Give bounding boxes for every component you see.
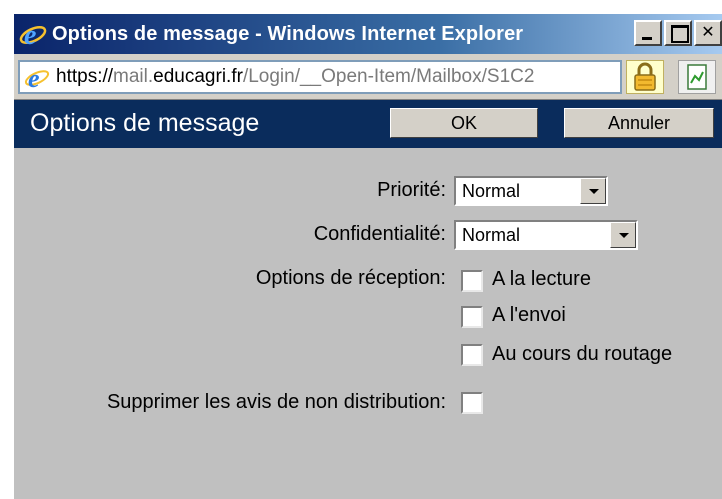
title-bar: e Options de message - Windows Internet … bbox=[14, 14, 722, 54]
send-receipt-checkbox[interactable] bbox=[461, 306, 483, 328]
address-field[interactable]: e https://mail.educagri.fr/Login/__Open-… bbox=[18, 60, 622, 94]
read-receipt-label: A la lecture bbox=[492, 268, 591, 290]
lock-icon[interactable] bbox=[626, 60, 664, 94]
receipt-options-label: Options de réception: bbox=[255, 267, 446, 289]
close-icon[interactable]: ✕ bbox=[694, 20, 722, 46]
ie-popup-window: e Options de message - Windows Internet … bbox=[14, 14, 722, 499]
read-receipt-checkbox[interactable] bbox=[461, 270, 483, 292]
page-title: Options de message bbox=[30, 109, 260, 137]
priority-label: Priorité: bbox=[377, 179, 446, 201]
maximize-icon[interactable] bbox=[664, 20, 692, 46]
url-scheme: https:// bbox=[56, 66, 114, 87]
chevron-down-icon[interactable] bbox=[610, 222, 636, 248]
confidentiality-value: Normal bbox=[462, 225, 521, 245]
ok-button[interactable]: OK bbox=[390, 108, 538, 138]
priority-select[interactable]: Normal bbox=[454, 176, 608, 206]
routing-receipt-label: Au cours du routage bbox=[492, 343, 673, 365]
routing-receipt-checkbox[interactable] bbox=[461, 344, 483, 366]
internet-explorer-icon: e bbox=[18, 19, 48, 51]
cancel-button[interactable]: Annuler bbox=[564, 108, 714, 138]
url-domain: educagri.fr bbox=[153, 66, 243, 87]
url-path: /Login/__Open-Item/Mailbox/S1C2 bbox=[242, 66, 535, 87]
chevron-down-icon[interactable] bbox=[580, 178, 606, 204]
internet-explorer-icon: e bbox=[22, 63, 52, 92]
confidentiality-select[interactable]: Normal bbox=[454, 220, 638, 250]
svg-text:e: e bbox=[28, 64, 40, 91]
address-bar: e https://mail.educagri.fr/Login/__Open-… bbox=[14, 54, 722, 100]
window-title: Options de message - Windows Internet Ex… bbox=[52, 22, 524, 45]
minimize-icon[interactable] bbox=[634, 20, 662, 46]
send-receipt-label: A l'envoi bbox=[492, 304, 566, 326]
url-text: https://mail.educagri.fr/Login/__Open-It… bbox=[56, 66, 534, 88]
page-icon[interactable] bbox=[678, 60, 716, 94]
svg-text:e: e bbox=[24, 20, 36, 49]
priority-value: Normal bbox=[462, 181, 521, 201]
options-form: Priorité: Normal Confidentialité: Normal… bbox=[14, 148, 722, 499]
dialog-header: Options de message OK Annuler bbox=[14, 100, 722, 148]
suppress-ndr-label: Supprimer les avis de non distribution: bbox=[106, 391, 446, 413]
suppress-ndr-checkbox[interactable] bbox=[461, 392, 483, 414]
window-controls: ✕ bbox=[634, 20, 722, 46]
confidentiality-label: Confidentialité: bbox=[313, 223, 446, 245]
url-subdomain: mail. bbox=[113, 66, 154, 87]
